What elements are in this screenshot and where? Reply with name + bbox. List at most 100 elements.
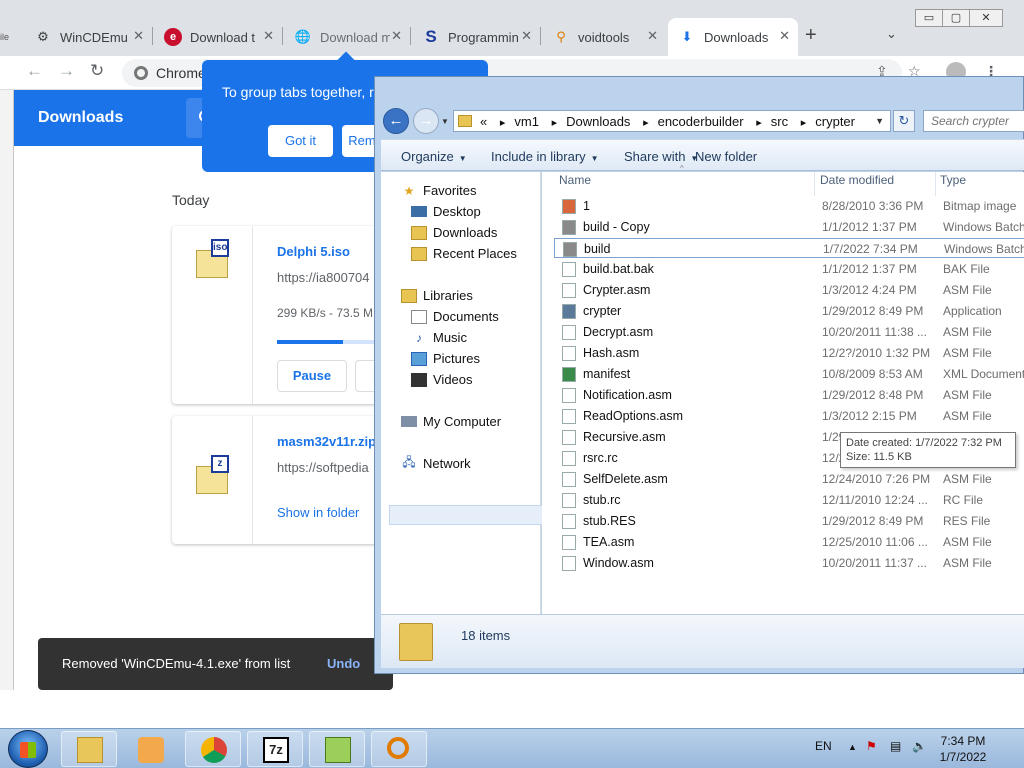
tab-close-icon[interactable]: ✕ <box>263 28 274 44</box>
file-name: Crypter.asm <box>583 283 651 297</box>
tab-wincdemu[interactable]: ⚙ WinCDEmu ✕ <box>24 18 152 56</box>
show-hidden-icons-button[interactable]: ▲ <box>848 742 857 752</box>
tab-close-icon[interactable]: ✕ <box>391 28 402 44</box>
new-tab-button[interactable]: + <box>805 24 817 47</box>
download-filename[interactable]: masm32v11r.zip <box>277 434 376 449</box>
background-window-edge: ile <box>0 32 14 690</box>
organize-menu[interactable]: Organize ▼ <box>401 149 467 164</box>
maximize-button[interactable]: ▢ <box>942 9 970 27</box>
nav-downloads[interactable]: Downloads <box>411 225 497 240</box>
file-row[interactable]: manifest 10/8/2009 8:53 AM XML Document <box>554 364 1024 384</box>
nav-desktop[interactable]: Desktop <box>411 204 481 219</box>
back-arrow-icon[interactable]: ← <box>383 108 409 134</box>
tab-close-icon[interactable]: ✕ <box>779 28 790 44</box>
refresh-icon[interactable]: ↻ <box>893 110 915 132</box>
recent-pages-dropdown-icon[interactable]: ▼ <box>441 117 449 126</box>
network-tray-icon[interactable]: ▤ <box>890 739 901 753</box>
forward-arrow-icon[interactable]: → <box>413 108 439 134</box>
tab-close-icon[interactable]: ✕ <box>647 28 658 44</box>
taskbar-explorer[interactable] <box>61 731 117 767</box>
pause-button[interactable]: Pause <box>277 360 347 392</box>
tab-programming[interactable]: S Programmin ✕ <box>412 18 540 56</box>
nav-my-computer[interactable]: My Computer <box>401 414 501 429</box>
file-row[interactable]: stub.rc 12/11/2010 12:24 ... RC File <box>554 490 1024 510</box>
forward-arrow-icon[interactable]: → <box>58 61 75 81</box>
include-in-library-menu[interactable]: Include in library ▼ <box>491 149 599 164</box>
start-button[interactable] <box>8 730 48 768</box>
action-center-icon[interactable]: ⚑ <box>866 739 877 753</box>
address-dropdown-icon[interactable]: ▼ <box>875 116 884 126</box>
nav-recent-places[interactable]: Recent Places <box>411 246 517 261</box>
tab-close-icon[interactable]: ✕ <box>133 28 144 44</box>
got-it-button[interactable]: Got it <box>268 125 333 157</box>
taskbar-notepad-plus[interactable] <box>309 731 365 767</box>
nav-libraries[interactable]: Libraries <box>401 288 473 303</box>
file-row[interactable]: Window.asm 10/20/2011 11:37 ... ASM File <box>554 553 1024 573</box>
nav-favorites[interactable]: ★ Favorites <box>401 183 477 198</box>
search-box[interactable] <box>923 110 1024 132</box>
taskbar-media-player[interactable] <box>122 731 178 767</box>
tab-download-t[interactable]: e Download t ✕ <box>154 18 282 56</box>
zip-file-icon: z <box>196 455 229 494</box>
command-bar: Organize ▼ Include in library ▼ Share with… <box>381 139 1024 171</box>
system-clock[interactable]: 7:34 PM 1/7/2022 <box>930 733 996 765</box>
volume-icon[interactable]: 🔈 <box>912 739 927 753</box>
close-button[interactable]: ✕ <box>969 9 1003 27</box>
tab-search-button[interactable]: ⌄ <box>886 26 897 42</box>
file-name: Recursive.asm <box>583 430 666 444</box>
file-row[interactable]: TEA.asm 12/25/2010 11:06 ... ASM File <box>554 532 1024 552</box>
new-folder-button[interactable]: New folder <box>695 149 757 164</box>
tab-downloads[interactable]: ⬇ Downloads ✕ <box>668 18 798 56</box>
file-name: build <box>584 242 611 256</box>
nav-pictures[interactable]: Pictures <box>411 351 480 366</box>
show-in-folder-link[interactable]: Show in folder <box>277 505 359 520</box>
file-row[interactable]: build 1/7/2022 7:34 PM Windows Batch <box>554 238 1024 258</box>
download-url[interactable]: https://softpedia <box>277 460 369 475</box>
file-row[interactable]: Notification.asm 1/29/2012 8:48 PM ASM Fil… <box>554 385 1024 405</box>
notepad-plus-icon <box>325 737 351 763</box>
file-row[interactable]: stub.RES 1/29/2012 8:49 PM RES File <box>554 511 1024 531</box>
tab-voidtools[interactable]: ⚲ voidtools ✕ <box>542 18 666 56</box>
chrome-icon <box>201 737 227 763</box>
nav-music[interactable]: ♪ Music <box>411 330 467 345</box>
column-name[interactable]: Name <box>559 168 591 192</box>
tab-close-icon[interactable]: ✕ <box>521 28 532 44</box>
file-row[interactable]: Decrypt.asm 10/20/2011 11:38 ... ASM File <box>554 322 1024 342</box>
breadcrumb-vm1[interactable]: vm1 <box>514 114 539 129</box>
breadcrumb-src[interactable]: src <box>771 114 788 129</box>
breadcrumb-downloads[interactable]: Downloads <box>566 114 630 129</box>
tab-download-m[interactable]: 🌐 Download m ✕ <box>284 18 410 56</box>
taskbar-everything-search[interactable] <box>371 731 427 767</box>
download-url[interactable]: https://ia800704 <box>277 270 370 285</box>
column-date-modified[interactable]: Date modified <box>820 168 894 192</box>
search-input[interactable] <box>924 111 1024 131</box>
taskbar-7zip[interactable]: 7z <box>247 731 303 767</box>
file-row[interactable]: Hash.asm 12/2?/2010 1:32 PM ASM File <box>554 343 1024 363</box>
reload-icon[interactable]: ↻ <box>90 61 104 81</box>
nav-videos[interactable]: Videos <box>411 372 473 387</box>
share-with-menu[interactable]: Share with ▼ <box>624 149 698 164</box>
minimize-button[interactable]: ▭ <box>915 9 943 27</box>
file-row[interactable]: crypter 1/29/2012 8:49 PM Application <box>554 301 1024 321</box>
file-row[interactable]: 1 8/28/2010 3:36 PM Bitmap image <box>554 196 1024 216</box>
taskbar-chrome[interactable] <box>185 731 241 767</box>
file-date: 1/29/2012 8:49 PM <box>822 514 924 528</box>
file-row[interactable]: build - Copy 1/1/2012 1:37 PM Windows Batc… <box>554 217 1024 237</box>
file-row[interactable]: SelfDelete.asm 12/24/2010 7:26 PM ASM File <box>554 469 1024 489</box>
undo-button[interactable]: Undo <box>327 656 360 671</box>
breadcrumb-crypter[interactable]: crypter <box>815 114 855 129</box>
nav-network[interactable]: 🖧 Network <box>401 455 470 471</box>
address-bar[interactable]: « ▸ vm1 ▸ Downloads ▸ encoderbuilder ▸ src ▸… <box>453 110 891 132</box>
column-type[interactable]: Type <box>940 168 966 192</box>
file-icon <box>562 367 576 382</box>
breadcrumb-encoderbuilder[interactable]: encoderbuilder <box>658 114 744 129</box>
file-date: 1/1/2012 1:37 PM <box>822 262 917 276</box>
download-filename[interactable]: Delphi 5.iso <box>277 244 350 259</box>
file-row[interactable]: Crypter.asm 1/3/2012 4:24 PM ASM File <box>554 280 1024 300</box>
language-indicator[interactable]: EN <box>815 739 832 753</box>
file-row[interactable]: build.bat.bak 1/1/2012 1:37 PM BAK File <box>554 259 1024 279</box>
nav-documents[interactable]: Documents <box>411 309 499 324</box>
file-row[interactable]: ReadOptions.asm 1/3/2012 2:15 PM ASM File <box>554 406 1024 426</box>
file-name: 1 <box>583 199 590 213</box>
back-arrow-icon[interactable]: ← <box>26 61 43 81</box>
